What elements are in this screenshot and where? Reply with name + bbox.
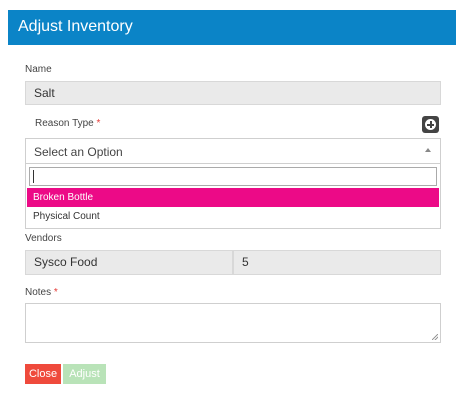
plus-circle-icon [425, 119, 436, 130]
reason-type-label: Reason Type * [35, 118, 100, 129]
vendors-label: Vendors [25, 233, 62, 244]
name-field: Salt [25, 81, 441, 105]
close-button[interactable]: Close [25, 364, 61, 384]
notes-textarea[interactable] [25, 303, 441, 343]
modal-header: Adjust Inventory [8, 10, 456, 45]
reason-type-dropdown: Broken Bottle Physical Count [25, 163, 441, 229]
vendor-name-value: Sysco Food [34, 255, 98, 269]
required-mark: * [96, 118, 101, 129]
dropdown-option-physical-count[interactable]: Physical Count [27, 207, 439, 226]
reason-search-input[interactable] [29, 167, 437, 186]
add-reason-button[interactable] [422, 116, 439, 133]
notes-required-mark: * [53, 287, 58, 298]
notes-label-text: Notes [25, 287, 52, 298]
vendor-name-field: Sysco Food [25, 250, 233, 275]
reason-type-label-text: Reason Type [35, 118, 94, 129]
vendor-quantity-field: 5 [233, 250, 441, 275]
adjust-inventory-modal: Adjust Inventory Name Salt Reason Type *… [0, 0, 456, 410]
name-value: Salt [34, 86, 55, 100]
dropdown-option-broken-bottle[interactable]: Broken Bottle [27, 188, 439, 207]
name-label: Name [25, 64, 52, 75]
reason-type-select[interactable]: Select an Option [25, 138, 441, 164]
reason-type-selected: Select an Option [34, 145, 123, 159]
vendor-quantity-value: 5 [242, 255, 249, 269]
modal-title: Adjust Inventory [18, 18, 133, 35]
adjust-button[interactable]: Adjust [63, 364, 106, 384]
resize-grip-icon[interactable] [432, 334, 438, 340]
notes-label: Notes * [25, 287, 58, 298]
text-cursor [33, 170, 34, 183]
caret-up-icon [425, 148, 431, 152]
